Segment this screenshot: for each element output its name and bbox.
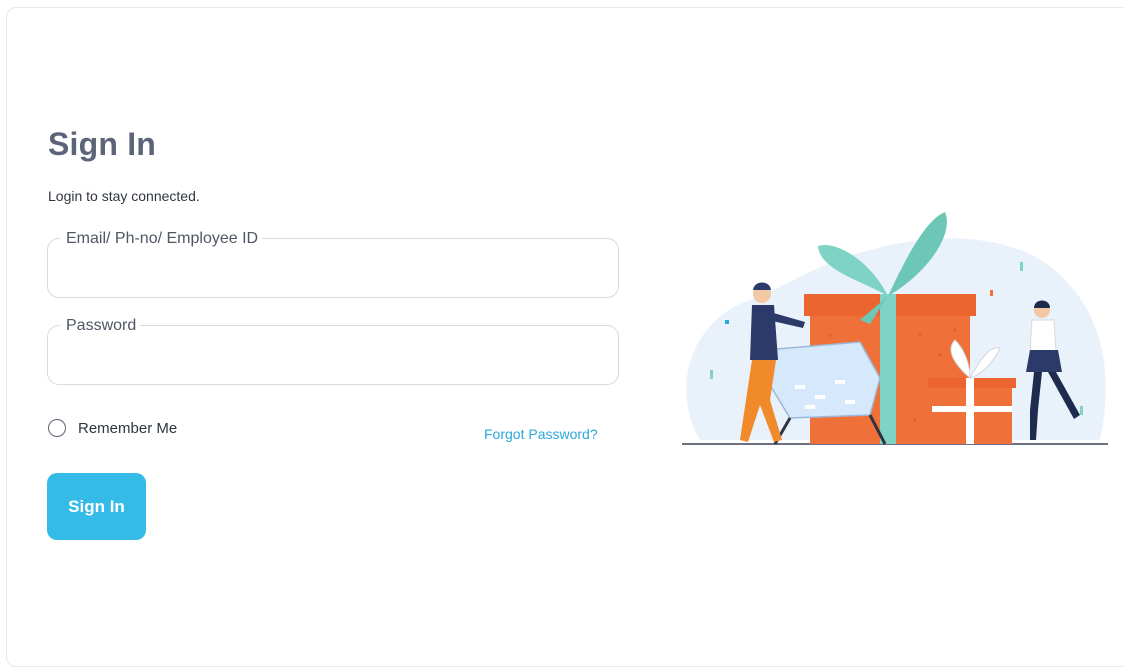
password-input[interactable] (62, 344, 604, 374)
sign-in-button[interactable]: Sign In (47, 473, 146, 540)
remember-me-label: Remember Me (78, 419, 178, 437)
email-input[interactable] (62, 257, 604, 287)
small-gift-ribbon-h (932, 406, 1012, 412)
password-field[interactable]: Password (47, 316, 619, 385)
man-hair (753, 282, 771, 290)
woman-skirt (1026, 350, 1062, 372)
page-subtitle: Login to stay connected. (48, 188, 200, 204)
large-gift-ribbon (880, 294, 896, 444)
lottery-drum (764, 341, 881, 419)
woman-top (1029, 319, 1057, 353)
page-title: Sign In (48, 126, 157, 162)
remember-me-radio[interactable] (48, 419, 66, 437)
password-field-label: Password (60, 316, 141, 336)
email-field-label: Email/ Ph-no/ Employee ID (60, 229, 263, 249)
remember-me[interactable]: Remember Me (48, 419, 177, 437)
gift-celebration-illustration (682, 212, 1108, 445)
email-field[interactable]: Email/ Ph-no/ Employee ID (47, 229, 619, 298)
forgot-password-link[interactable]: Forgot Password? (484, 426, 598, 442)
